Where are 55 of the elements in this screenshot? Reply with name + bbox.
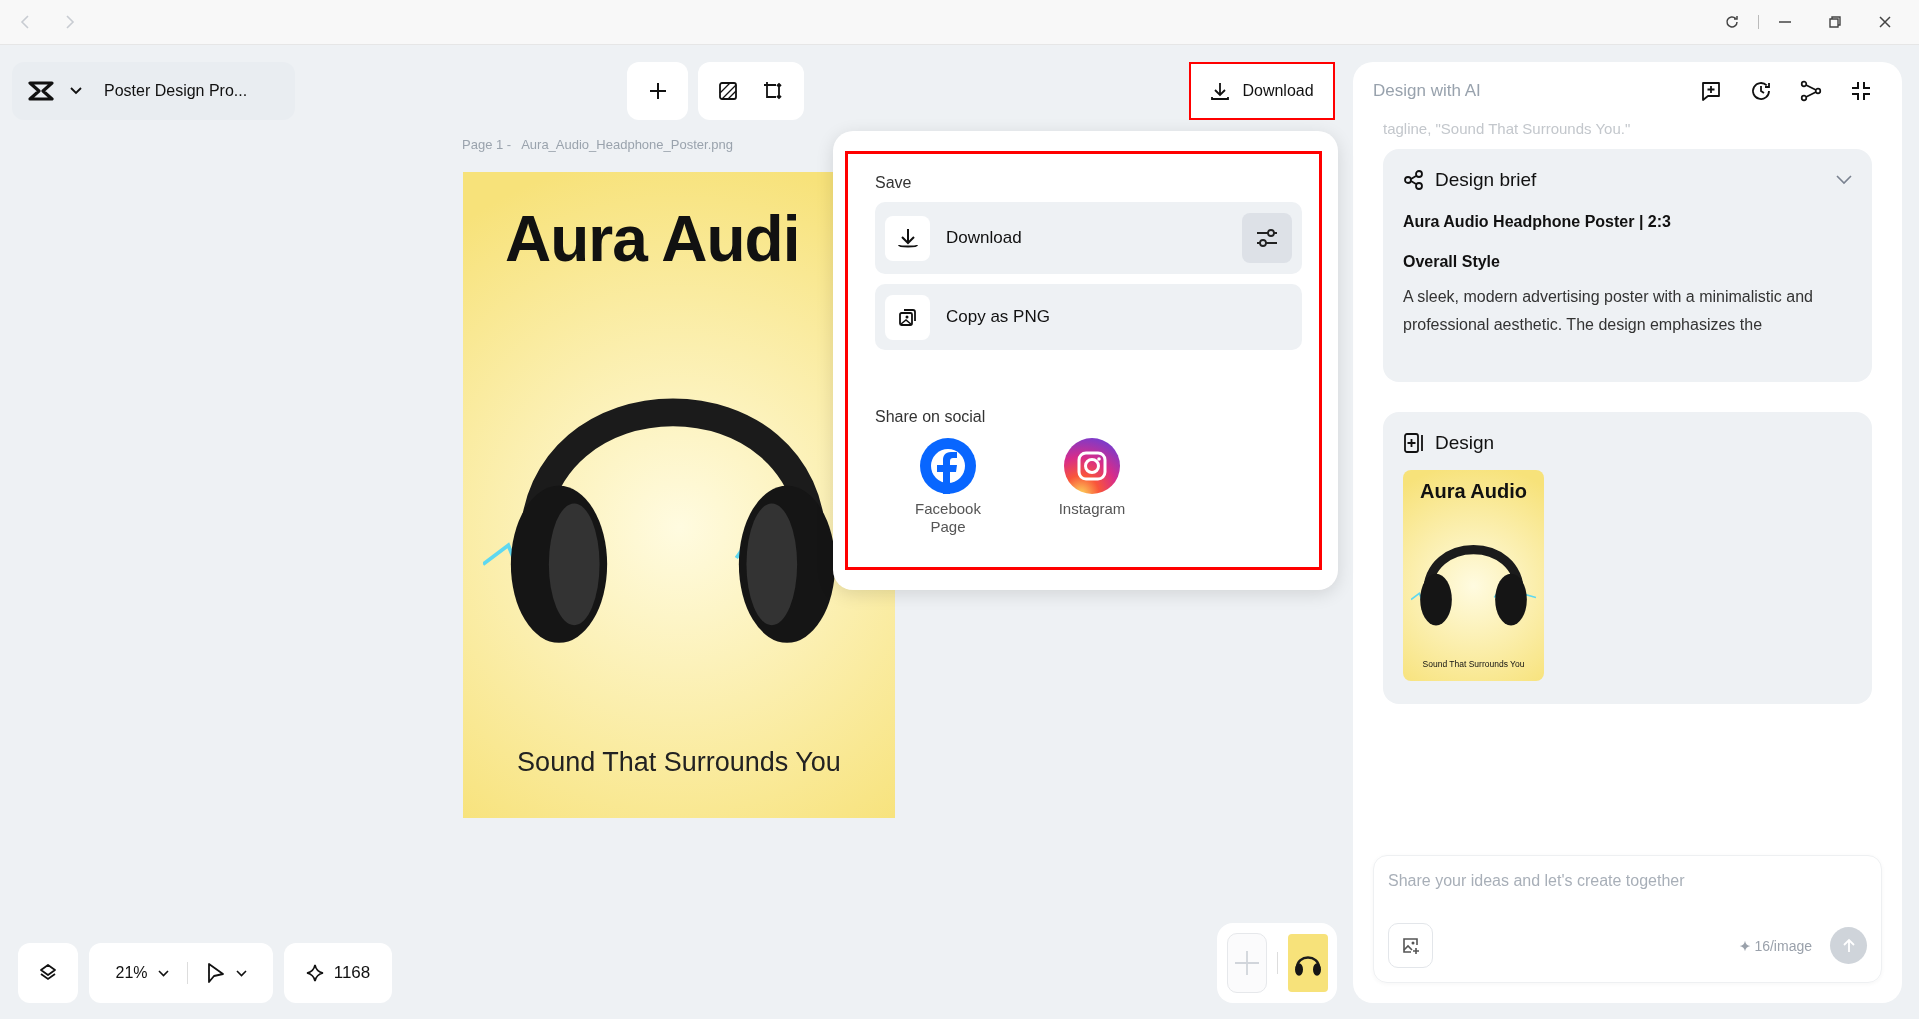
copy-image-icon [897, 307, 918, 327]
share-icon[interactable] [1800, 80, 1822, 102]
poster-tagline: Sound That Surrounds You [516, 747, 842, 778]
layers-button[interactable] [18, 943, 78, 1003]
brief-heading: Aura Audio Headphone Poster | 2:3 [1403, 213, 1672, 231]
restore-icon[interactable] [1827, 14, 1843, 30]
logo-icon [28, 81, 54, 101]
pointer-tool-dropdown[interactable] [205, 962, 247, 984]
facebook-icon [920, 438, 976, 494]
download-button[interactable]: Download [1189, 62, 1335, 120]
sparkle-icon [305, 964, 324, 982]
new-chat-icon[interactable] [1700, 80, 1722, 102]
share-option[interactable]: Facebook Page [903, 438, 993, 536]
pattern-fill-icon[interactable] [718, 81, 738, 101]
refresh-icon[interactable] [1724, 14, 1740, 30]
save-option[interactable]: Download [875, 202, 1302, 274]
brief-text: A sleek, modern advertising poster with a minimalistic and professional aesthetic. The design emphasizes the [1403, 287, 1814, 335]
brief-subheading: Overall Style [1403, 253, 1501, 271]
credits-count: 1168 [333, 963, 371, 983]
card-title: Design brief [1435, 169, 1537, 191]
add-frame-icon [1403, 432, 1425, 454]
history-icon[interactable] [1750, 80, 1772, 102]
plus-icon [1232, 949, 1261, 977]
close-icon[interactable] [1877, 14, 1893, 30]
design-thumbnail[interactable]: Aura Audio Sound That Surrounds You [1403, 470, 1544, 681]
project-title[interactable]: Poster Design Pro... [104, 82, 248, 100]
save-option[interactable]: Copy as PNG [875, 284, 1302, 350]
download-icon [895, 226, 920, 250]
chevron-down-icon [235, 969, 247, 977]
add-image-button[interactable] [1388, 923, 1433, 968]
thumbnail-headline: Aura Audio [1419, 480, 1528, 503]
page-thumbnail[interactable] [1287, 934, 1328, 992]
nodes-icon [1403, 169, 1425, 191]
pointer-icon [205, 962, 226, 984]
chat-message: tagline, "Sound That Surrounds You." [1383, 120, 1632, 137]
save-heading: Save [875, 174, 913, 192]
page-label: Page 1 - [462, 137, 512, 152]
chevron-down-icon [157, 969, 169, 977]
download-icon [1210, 81, 1231, 101]
collapse-icon[interactable] [1850, 80, 1872, 102]
card-title: Design [1435, 432, 1495, 454]
chevron-down-icon[interactable] [70, 87, 82, 95]
thumbnail-tagline: Sound That Surrounds You [1421, 659, 1526, 669]
poster-headline: Aura Audi [505, 202, 800, 276]
share-option[interactable]: Instagram [1047, 438, 1137, 536]
image-add-icon [1400, 935, 1421, 956]
panel-title: Design with AI [1373, 81, 1481, 101]
file-name: Aura_Audio_Headphone_Poster.png [521, 137, 733, 152]
settings-icon[interactable] [1242, 213, 1292, 263]
sparkle-icon [1739, 939, 1752, 952]
cost-text: 16/image [1754, 937, 1812, 954]
instagram-icon [1064, 438, 1120, 494]
share-heading: Share on social [875, 408, 987, 426]
zoom-dropdown[interactable]: 21% [115, 964, 169, 982]
resize-icon[interactable] [762, 80, 784, 102]
